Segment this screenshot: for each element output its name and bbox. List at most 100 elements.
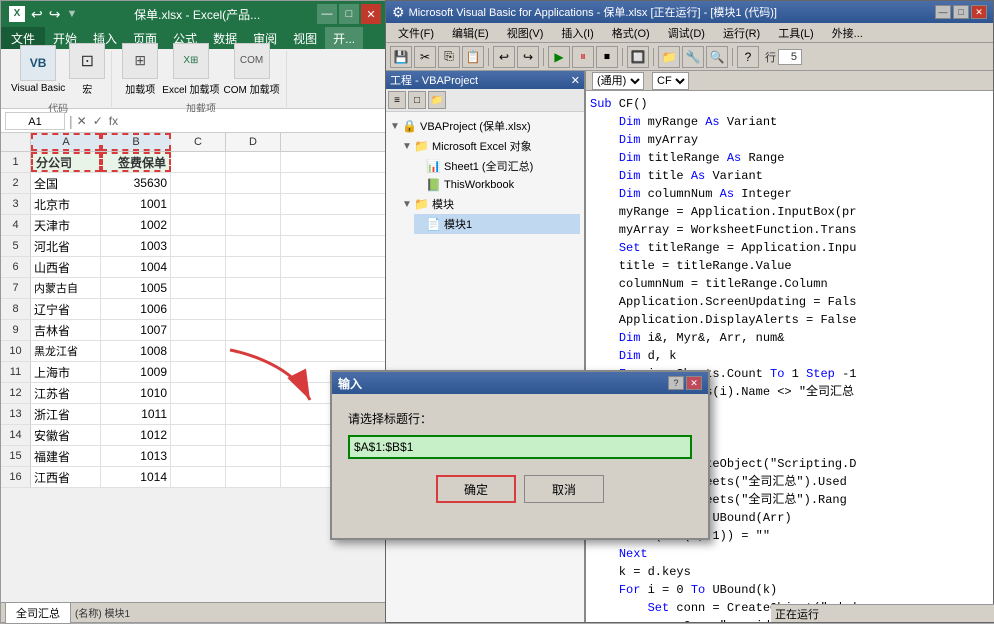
add-button[interactable]: ⊞ bbox=[122, 43, 158, 79]
vba-toolbar-save[interactable]: 💾 bbox=[390, 46, 412, 68]
cell-D9[interactable] bbox=[226, 320, 281, 340]
cell-B13[interactable]: 1011 bbox=[101, 404, 171, 424]
cell-D10[interactable] bbox=[226, 341, 281, 361]
sheet-tab-1[interactable]: 全司汇总 bbox=[5, 602, 71, 624]
quick-access-redo[interactable]: ↪ bbox=[49, 6, 61, 23]
tree-item-vbaproject[interactable]: ▼ 🔒 VBAProject (保单.xlsx) bbox=[390, 116, 580, 136]
tree-item-sheet1[interactable]: 📊 Sheet1 (全司汇总) bbox=[414, 156, 580, 176]
cell-B7[interactable]: 1005 bbox=[101, 278, 171, 298]
tree-item-thisworkbook[interactable]: 📗 ThisWorkbook bbox=[414, 176, 580, 194]
cell-B15[interactable]: 1013 bbox=[101, 446, 171, 466]
cell-A8[interactable]: 辽宁省 bbox=[31, 299, 101, 319]
cell-D13[interactable] bbox=[226, 404, 281, 424]
cell-A3[interactable]: 北京市 bbox=[31, 194, 101, 214]
procedure-selector[interactable]: CF bbox=[652, 72, 689, 90]
quick-access-undo[interactable]: ↩ bbox=[31, 6, 43, 23]
cell-B12[interactable]: 1010 bbox=[101, 383, 171, 403]
dialog-input-field[interactable] bbox=[348, 435, 692, 459]
cell-C5[interactable] bbox=[171, 236, 226, 256]
cell-B9[interactable]: 1007 bbox=[101, 320, 171, 340]
cell-D7[interactable] bbox=[226, 278, 281, 298]
cell-A14[interactable]: 安徽省 bbox=[31, 425, 101, 445]
cell-D15[interactable] bbox=[226, 446, 281, 466]
module-selector[interactable]: (通用) bbox=[592, 72, 644, 90]
cell-B6[interactable]: 1004 bbox=[101, 257, 171, 277]
close-button[interactable]: ✕ bbox=[361, 4, 381, 24]
ribbon-dev-tab[interactable]: 开... bbox=[325, 27, 363, 49]
cell-A15[interactable]: 福建省 bbox=[31, 446, 101, 466]
col-header-D[interactable]: D bbox=[226, 133, 281, 151]
vba-toolbar-reset[interactable]: ⏹ bbox=[596, 46, 618, 68]
cell-B10[interactable]: 1008 bbox=[101, 341, 171, 361]
vba-code-content[interactable]: Sub CF() Dim myRange As Variant Dim myAr… bbox=[586, 91, 993, 622]
cell-A11[interactable]: 上海市 bbox=[31, 362, 101, 382]
tree-item-modules[interactable]: ▼ 📁 模块 bbox=[402, 194, 580, 214]
cell-D1[interactable] bbox=[226, 152, 281, 172]
cell-C8[interactable] bbox=[171, 299, 226, 319]
vba-toolbar-design[interactable]: 🔲 bbox=[627, 46, 649, 68]
cell-B1[interactable]: 签费保单 bbox=[101, 152, 171, 172]
cell-A6[interactable]: 山西省 bbox=[31, 257, 101, 277]
vba-toolbar-undo[interactable]: ↩ bbox=[493, 46, 515, 68]
vba-toolbar-help[interactable]: ? bbox=[737, 46, 759, 68]
dialog-cancel-button[interactable]: 取消 bbox=[524, 475, 604, 503]
vba-menu-tools[interactable]: 工具(L) bbox=[770, 23, 821, 43]
insert-function-button[interactable]: fx bbox=[109, 114, 118, 128]
vba-minimize-btn[interactable]: — bbox=[935, 5, 951, 19]
vba-toolbar-copy[interactable]: ⎘ bbox=[438, 46, 460, 68]
dialog-close-button[interactable]: ✕ bbox=[686, 376, 702, 390]
cell-D5[interactable] bbox=[226, 236, 281, 256]
cell-A13[interactable]: 浙江省 bbox=[31, 404, 101, 424]
cell-C6[interactable] bbox=[171, 257, 226, 277]
cell-A7[interactable]: 内蒙古自 bbox=[31, 278, 101, 298]
vba-toolbar-cut[interactable]: ✂ bbox=[414, 46, 436, 68]
vba-toolbar-break[interactable]: ⏸ bbox=[572, 46, 594, 68]
cell-C9[interactable] bbox=[171, 320, 226, 340]
cell-C2[interactable] bbox=[171, 173, 226, 193]
cell-D3[interactable] bbox=[226, 194, 281, 214]
ribbon-view-tab[interactable]: 视图 bbox=[285, 27, 325, 49]
project-view-code[interactable]: ≡ bbox=[388, 91, 406, 109]
cell-A9[interactable]: 吉林省 bbox=[31, 320, 101, 340]
vba-menu-run[interactable]: 运行(R) bbox=[715, 23, 768, 43]
confirm-formula-icon[interactable]: ✓ bbox=[93, 114, 103, 128]
cell-B8[interactable]: 1006 bbox=[101, 299, 171, 319]
vba-maximize-btn[interactable]: □ bbox=[953, 5, 969, 19]
project-view-form[interactable]: □ bbox=[408, 91, 426, 109]
cancel-formula-icon[interactable]: ✕ bbox=[77, 114, 87, 128]
cell-D2[interactable] bbox=[226, 173, 281, 193]
cell-C7[interactable] bbox=[171, 278, 226, 298]
cell-reference-box[interactable]: A1 bbox=[5, 112, 65, 130]
col-header-C[interactable]: C bbox=[171, 133, 226, 151]
cell-D4[interactable] bbox=[226, 215, 281, 235]
cell-D11[interactable] bbox=[226, 362, 281, 382]
minimize-button[interactable]: — bbox=[317, 4, 337, 24]
tree-item-excel-objects[interactable]: ▼ 📁 Microsoft Excel 对象 bbox=[402, 136, 580, 156]
maximize-button[interactable]: □ bbox=[339, 4, 359, 24]
cell-D14[interactable] bbox=[226, 425, 281, 445]
cell-C10[interactable] bbox=[171, 341, 226, 361]
com-addins-button[interactable]: COM bbox=[234, 43, 270, 79]
dialog-ok-button[interactable]: 确定 bbox=[436, 475, 516, 503]
cell-B3[interactable]: 1001 bbox=[101, 194, 171, 214]
vba-menu-debug[interactable]: 调试(D) bbox=[660, 23, 713, 43]
cell-C13[interactable] bbox=[171, 404, 226, 424]
excel-addins-button[interactable]: X⊞ bbox=[173, 43, 209, 79]
vba-toolbar-props[interactable]: 🔧 bbox=[682, 46, 704, 68]
cell-A4[interactable]: 天津市 bbox=[31, 215, 101, 235]
vba-menu-edit[interactable]: 编辑(E) bbox=[444, 23, 497, 43]
cell-D6[interactable] bbox=[226, 257, 281, 277]
formula-input[interactable] bbox=[122, 112, 385, 130]
vba-toolbar-obj-browser[interactable]: 🔍 bbox=[706, 46, 728, 68]
vba-menu-view[interactable]: 视图(V) bbox=[499, 23, 552, 43]
vba-toolbar-paste[interactable]: 📋 bbox=[462, 46, 484, 68]
macro-button[interactable]: ⊡ bbox=[69, 43, 105, 79]
vba-menu-insert[interactable]: 插入(I) bbox=[553, 23, 601, 43]
cell-B2[interactable]: 35630 bbox=[101, 173, 171, 193]
vba-close-btn[interactable]: ✕ bbox=[971, 5, 987, 19]
cell-C12[interactable] bbox=[171, 383, 226, 403]
cell-C11[interactable] bbox=[171, 362, 226, 382]
cell-C15[interactable] bbox=[171, 446, 226, 466]
cell-A16[interactable]: 江西省 bbox=[31, 467, 101, 487]
dialog-help-button[interactable]: ? bbox=[668, 376, 684, 390]
